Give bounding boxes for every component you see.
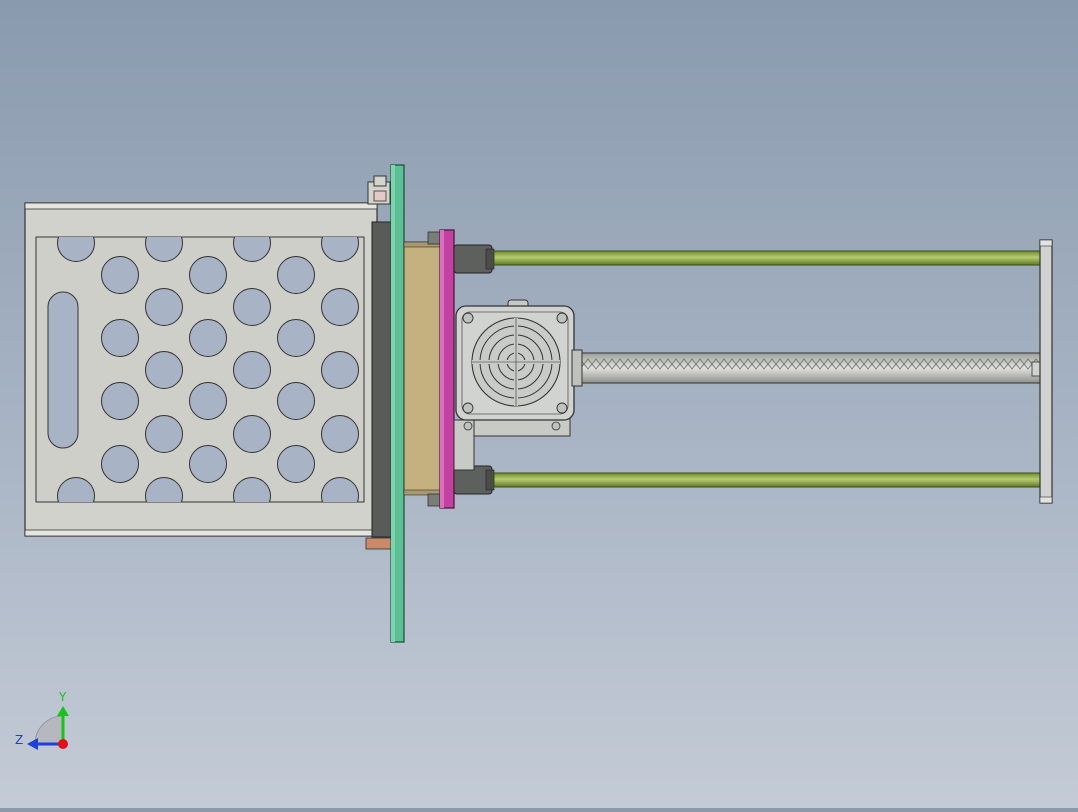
triad-label-z: Z bbox=[15, 733, 23, 747]
triad-label-y: Y bbox=[58, 690, 67, 704]
tray-hole bbox=[321, 288, 359, 326]
tray-hole bbox=[277, 382, 315, 420]
tray-hole bbox=[189, 319, 227, 357]
tray-hole bbox=[233, 351, 271, 389]
tray-hole bbox=[189, 445, 227, 483]
tray-hole bbox=[321, 415, 359, 453]
y-axis-arrowhead bbox=[57, 706, 69, 716]
lead-screw bbox=[577, 352, 1041, 384]
carriage-block bbox=[403, 231, 445, 507]
tray-hole bbox=[145, 288, 183, 326]
end-plate bbox=[1039, 239, 1053, 504]
tray-hole bbox=[233, 415, 271, 453]
tray-hole bbox=[145, 415, 183, 453]
tray-hole bbox=[189, 382, 227, 420]
tray-hole bbox=[277, 256, 315, 294]
stepper-motor bbox=[453, 299, 583, 471]
tray-hole bbox=[101, 445, 139, 483]
view-triad[interactable]: Y Z bbox=[15, 690, 69, 750]
tray-hole bbox=[101, 256, 139, 294]
triad-origin bbox=[58, 739, 68, 749]
clamp-bracket bbox=[367, 175, 391, 205]
tray-hole bbox=[277, 445, 315, 483]
tray-hole bbox=[101, 382, 139, 420]
tray-hole bbox=[277, 319, 315, 357]
tray-hole bbox=[233, 288, 271, 326]
perforated-tray bbox=[24, 202, 378, 537]
z-axis-arrowhead bbox=[27, 738, 38, 750]
motor-flange bbox=[439, 229, 455, 509]
mounting-plate bbox=[390, 164, 405, 643]
tray-hole bbox=[189, 256, 227, 294]
tray-hole bbox=[101, 319, 139, 357]
cad-viewport[interactable]: Y Z bbox=[0, 0, 1078, 808]
triad-quarter-disc bbox=[34, 715, 64, 745]
tray-hole bbox=[321, 351, 359, 389]
tray-hole bbox=[145, 351, 183, 389]
